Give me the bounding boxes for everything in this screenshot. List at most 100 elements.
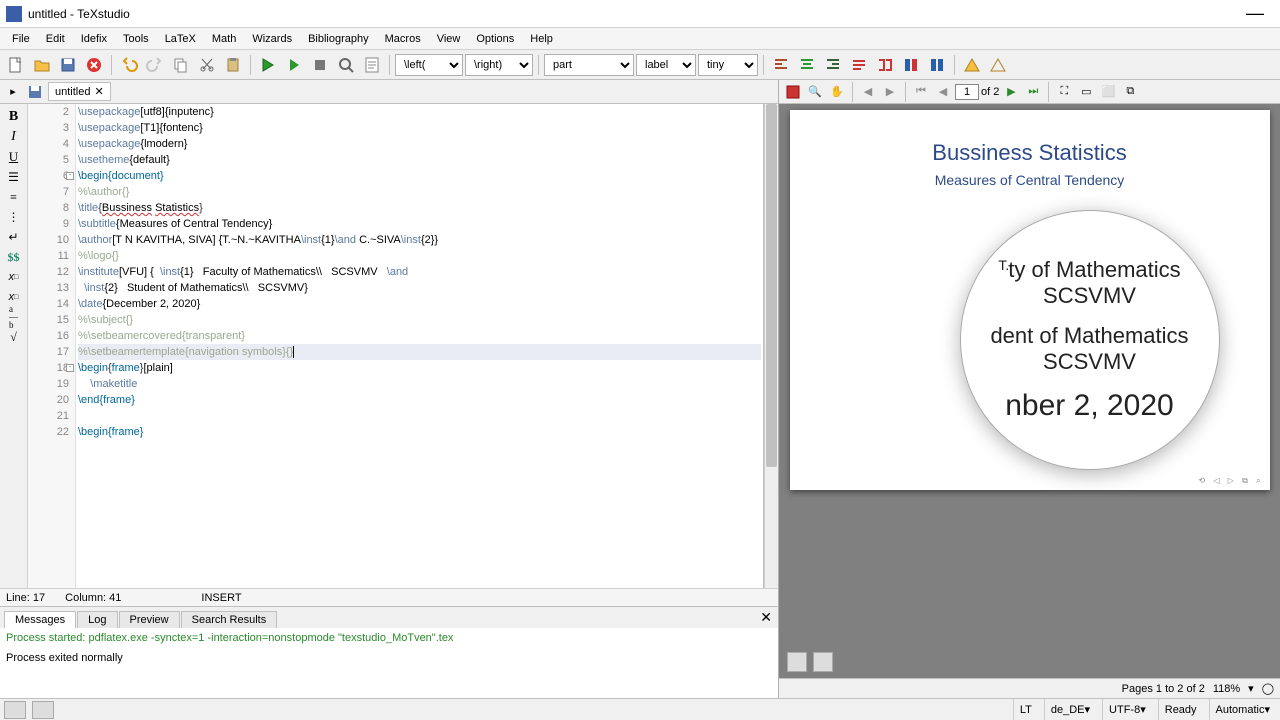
menu-options[interactable]: Options	[468, 31, 522, 47]
pdf-panel: 🔍 ✋ ◀ ▶ ⏮ ◀ of 2 ▶ ⏭ ⛶ ▭ ⬜ ⧉ Bussiness S…	[778, 80, 1280, 698]
pdf-page-of: of 2	[981, 86, 999, 98]
pdf-prev-page-icon[interactable]: ◀	[933, 82, 953, 102]
pdf-thumb-1[interactable]	[787, 652, 807, 672]
code-editor[interactable]: \usepackage[utf8]{inputenc}\usepackage[T…	[76, 104, 764, 588]
sqrt-icon[interactable]: √	[3, 328, 25, 346]
root-doc-cell[interactable]: Automatic ▾	[1209, 699, 1276, 720]
left-delim-select[interactable]: \left(	[395, 54, 463, 76]
menu-macros[interactable]: Macros	[377, 31, 429, 47]
languagetool-cell[interactable]: LT	[1013, 699, 1038, 720]
menu-wizards[interactable]: Wizards	[244, 31, 300, 47]
dollar-icon[interactable]	[899, 53, 923, 77]
paste-button[interactable]	[221, 53, 245, 77]
pdf-zoom-dropdown-icon[interactable]: ▾	[1248, 682, 1254, 695]
status-mode: INSERT	[201, 592, 241, 604]
open-file-button[interactable]	[30, 53, 54, 77]
pdf-zoom-label[interactable]: 118%	[1213, 683, 1240, 695]
editor-scrollbar[interactable]	[764, 104, 778, 588]
menu-file[interactable]: File	[4, 31, 38, 47]
view-log-button[interactable]	[360, 53, 384, 77]
math-dollar-icon[interactable]: $$	[3, 248, 25, 266]
item-button[interactable]: ⋮	[3, 208, 25, 226]
build-view-button[interactable]	[256, 53, 280, 77]
slide-title: Bussiness Statistics	[790, 140, 1270, 166]
pdf-last-page-icon[interactable]: ⏭	[1023, 82, 1043, 102]
bold-button[interactable]: B	[3, 108, 25, 126]
underline-button[interactable]: U	[3, 148, 25, 166]
pdf-actual-icon[interactable]: ⬜	[1098, 82, 1118, 102]
section-select[interactable]: part	[544, 54, 634, 76]
save-tab-icon[interactable]	[26, 83, 44, 101]
tab-messages[interactable]: Messages	[4, 611, 76, 628]
tab-log[interactable]: Log	[77, 611, 117, 628]
list-button[interactable]: ☰	[3, 168, 25, 186]
tab-close-icon[interactable]: ✕	[94, 85, 103, 98]
menu-edit[interactable]: Edit	[38, 31, 73, 47]
undo-button[interactable]	[117, 53, 141, 77]
copy-button[interactable]	[169, 53, 193, 77]
redo-button[interactable]	[143, 53, 167, 77]
inline-math-icon[interactable]	[925, 53, 949, 77]
pdf-find-icon[interactable]: 🔍	[805, 82, 825, 102]
new-file-button[interactable]	[4, 53, 28, 77]
ref-select[interactable]: label	[636, 54, 696, 76]
pdf-thumb-2[interactable]	[813, 652, 833, 672]
pdf-next-page-icon[interactable]: ▶	[1001, 82, 1021, 102]
pdf-toolbar: 🔍 ✋ ◀ ▶ ⏮ ◀ of 2 ▶ ⏭ ⛶ ▭ ⬜ ⧉	[779, 80, 1280, 104]
compile-button[interactable]	[282, 53, 306, 77]
italic-button[interactable]: I	[3, 128, 25, 146]
editor-panel: ▸ untitled ✕ B I U ☰ ≡ ⋮ ↵ $$ x□ x□ a—b …	[0, 80, 778, 698]
structure-toggle-icon[interactable]: ▸	[4, 83, 22, 101]
close-messages-icon[interactable]: ✕	[760, 609, 772, 626]
menu-idefix[interactable]: Idefix	[73, 31, 115, 47]
line-number-gutter: 2345678910111213141516171819202122--	[28, 104, 76, 588]
task-switch-1[interactable]	[4, 701, 26, 719]
subscript-icon[interactable]: x□	[3, 268, 25, 286]
minimize-button[interactable]: —	[1236, 3, 1274, 24]
task-switch-2[interactable]	[32, 701, 54, 719]
cut-button[interactable]	[195, 53, 219, 77]
new-line-icon[interactable]	[847, 53, 871, 77]
menu-math[interactable]: Math	[204, 31, 244, 47]
align-right-icon[interactable]	[821, 53, 845, 77]
pdf-prev-highlight-icon[interactable]: ◀	[858, 82, 878, 102]
enum-button[interactable]: ≡	[3, 188, 25, 206]
pdf-info-icon[interactable]: ◯	[1262, 682, 1274, 695]
fontsize-select[interactable]: tiny	[698, 54, 758, 76]
close-file-button[interactable]	[82, 53, 106, 77]
pdf-viewport[interactable]: Bussiness Statistics Measures of Central…	[779, 104, 1280, 678]
pdf-first-page-icon[interactable]: ⏮	[911, 82, 931, 102]
tab-search-results[interactable]: Search Results	[181, 611, 278, 628]
align-center-icon[interactable]	[795, 53, 819, 77]
frac-icon[interactable]: a—b	[3, 308, 25, 326]
editor-statusline: Line: 17 Column: 41 INSERT	[0, 588, 778, 606]
status-column: Column: 41	[65, 592, 121, 604]
view-pdf-button[interactable]	[334, 53, 358, 77]
pdf-fit-page-icon[interactable]: ▭	[1076, 82, 1096, 102]
pdf-external-icon[interactable]: ⧉	[1120, 82, 1140, 102]
tab-preview[interactable]: Preview	[119, 611, 180, 628]
menu-tools[interactable]: Tools	[115, 31, 157, 47]
menu-latex[interactable]: LaTeX	[157, 31, 204, 47]
encoding-cell[interactable]: UTF-8 ▾	[1102, 699, 1152, 720]
save-button[interactable]	[56, 53, 80, 77]
pdf-fit-width-icon[interactable]: ⛶	[1054, 82, 1074, 102]
menubar: File Edit Idefix Tools LaTeX Math Wizard…	[0, 28, 1280, 50]
pdf-toc-icon[interactable]	[783, 82, 803, 102]
superscript-icon[interactable]: x□	[3, 288, 25, 306]
tab-untitled[interactable]: untitled ✕	[48, 82, 111, 101]
warning-prev-icon[interactable]	[960, 53, 984, 77]
warning-next-icon[interactable]	[986, 53, 1010, 77]
pdf-hand-icon[interactable]: ✋	[827, 82, 847, 102]
menu-help[interactable]: Help	[522, 31, 561, 47]
newline-icon[interactable]: ↵	[3, 228, 25, 246]
pdf-page-input[interactable]	[955, 84, 979, 100]
menu-view[interactable]: View	[429, 31, 469, 47]
language-cell[interactable]: de_DE ▾	[1044, 699, 1096, 720]
align-left-icon[interactable]	[769, 53, 793, 77]
pdf-next-highlight-icon[interactable]: ▶	[880, 82, 900, 102]
stop-compile-button[interactable]	[308, 53, 332, 77]
menu-bibliography[interactable]: Bibliography	[300, 31, 377, 47]
begin-env-icon[interactable]	[873, 53, 897, 77]
right-delim-select[interactable]: \right)	[465, 54, 533, 76]
